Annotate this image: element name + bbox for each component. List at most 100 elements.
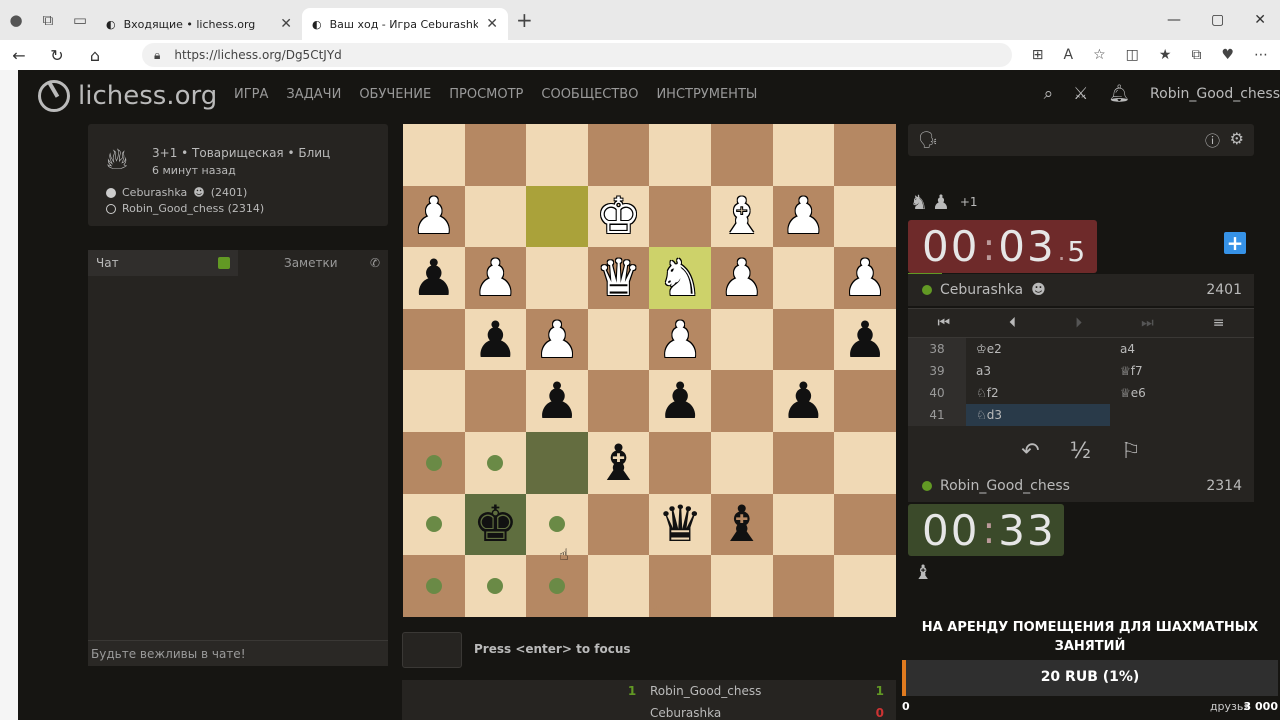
move-destination-dot[interactable] (549, 578, 565, 594)
browser-tab-game[interactable]: ◐ Ваш ход - Игра Ceburashka • lic ✕ (302, 8, 508, 40)
takeback-icon[interactable]: ↶ (1021, 439, 1039, 464)
nav-tools[interactable]: ИНСТРУМЕНТЫ (656, 87, 757, 102)
black-pawn-icon[interactable]: ♟ (834, 309, 896, 371)
move-black[interactable]: ♕e6 (1110, 382, 1254, 404)
nav-watch[interactable]: ПРОСМОТР (449, 87, 523, 102)
move-black[interactable]: ♕f7 (1110, 360, 1254, 382)
square-c5[interactable] (711, 370, 773, 432)
black-pawn-icon[interactable]: ♟ (465, 309, 527, 371)
square-c6[interactable] (711, 432, 773, 494)
move-white-current[interactable]: ♘d3 (966, 404, 1110, 426)
crosstable-row[interactable]: 1 Robin_Good_chess 1 (402, 684, 896, 704)
square-e4[interactable] (587, 308, 650, 371)
search-icon[interactable]: ⌕ (1044, 84, 1054, 104)
nav-learn[interactable]: ОБУЧЕНИЕ (359, 87, 431, 102)
move-black[interactable] (1110, 404, 1254, 426)
square-f3[interactable] (526, 247, 588, 309)
white-pawn-icon[interactable]: ♟ (465, 247, 527, 309)
tab-chat[interactable]: Чат (88, 250, 238, 276)
square-h5[interactable] (403, 370, 465, 432)
move-white[interactable]: ♘f2 (966, 382, 1110, 404)
challenge-icon[interactable]: ⚔ (1073, 84, 1088, 104)
site-logo[interactable]: lichess.org (38, 80, 217, 112)
opponent-name-bar[interactable]: Ceburashka ☻ 2401 (908, 274, 1254, 306)
move-white[interactable]: ♔e2 (966, 338, 1110, 360)
voice-icon[interactable]: 🗣︎ (918, 130, 938, 149)
nav-puzzles[interactable]: ЗАДАЧИ (286, 87, 341, 102)
resign-flag-icon[interactable]: ⚐ (1121, 439, 1141, 464)
white-pawn-icon[interactable]: ♟ (711, 247, 773, 309)
black-player-line[interactable]: Robin_Good_chess (2314) (106, 202, 264, 215)
gear-icon[interactable]: ⚙ (1230, 129, 1244, 148)
square-h1[interactable] (403, 124, 465, 186)
chess-board[interactable]: 1 2 3 4 5 6 7 8 h g f e d c b a ♟ ♚ ♝ ♟ ♟ ♟ ♛ ♞ ♟ ♟ ♟ ♟ ♟ ♟ ♟ ♟ ♟ ♝ ♚ ♛ ♝ (403, 124, 896, 617)
minimize-icon[interactable]: — (1167, 12, 1181, 28)
favorites-icon[interactable]: ★ (1159, 47, 1172, 63)
nav-community[interactable]: СООБЩЕСТВО (541, 87, 638, 102)
square-d6[interactable] (649, 432, 711, 494)
user-menu[interactable]: Robin_Good_chess (1150, 86, 1280, 102)
extensions-icon[interactable]: ♥ (1221, 47, 1234, 63)
chat-toggle[interactable] (218, 257, 230, 269)
move-black[interactable]: a4 (1110, 338, 1254, 360)
home-icon[interactable]: ⌂ (76, 46, 114, 65)
white-pawn-icon[interactable]: ♟ (649, 309, 711, 371)
square-e1[interactable] (587, 124, 650, 186)
split-screen-icon[interactable]: ◫ (1126, 47, 1139, 63)
square-b4[interactable] (772, 308, 835, 371)
white-king-icon[interactable]: ♚ (588, 186, 650, 248)
give-more-time-button[interactable]: + (1224, 231, 1246, 255)
black-pawn-icon[interactable]: ♟ (649, 370, 711, 432)
white-pawn-icon[interactable]: ♟ (403, 186, 465, 248)
new-tab-button[interactable]: + (516, 8, 533, 32)
crosstable-row[interactable]: Ceburashka 0 (402, 706, 896, 720)
move-white[interactable]: a3 (966, 360, 1110, 382)
white-pawn-icon[interactable]: ♟ (834, 247, 896, 309)
collections-icon[interactable]: ⧉ (32, 4, 64, 36)
browser-tab-inbox[interactable]: ◐ Входящие • lichess.org ✕ (96, 8, 302, 40)
maximize-icon[interactable]: ▢ (1211, 12, 1224, 28)
close-tab-icon[interactable]: ✕ (280, 16, 292, 32)
prev-move-icon[interactable]: ⏴ (1009, 315, 1016, 331)
move-destination-dot[interactable] (425, 454, 442, 471)
square-c4[interactable] (711, 308, 773, 371)
offer-draw-icon[interactable]: ½ (1070, 439, 1091, 464)
square-f2[interactable] (526, 185, 588, 248)
white-queen-icon[interactable]: ♛ (588, 247, 650, 309)
player-name-bar[interactable]: Robin_Good_chess 2314 (908, 470, 1254, 502)
close-window-icon[interactable]: ✕ (1254, 12, 1266, 28)
square-e8[interactable] (587, 555, 650, 617)
info-icon[interactable]: ⓘ (1205, 130, 1220, 151)
square-g5[interactable] (464, 370, 527, 432)
refresh-icon[interactable]: ↻ (38, 46, 76, 65)
white-knight-icon[interactable]: ♞ (649, 247, 711, 309)
read-aloud-icon[interactable]: A (1064, 47, 1074, 63)
square-b7[interactable] (772, 493, 835, 556)
square-g2[interactable] (464, 185, 527, 248)
nav-play[interactable]: ИГРА (234, 87, 268, 102)
profile-icon[interactable]: ● (0, 4, 32, 36)
close-tab-icon[interactable]: ✕ (486, 16, 498, 32)
white-pawn-icon[interactable]: ♟ (526, 309, 588, 371)
square-c1[interactable] (711, 124, 773, 186)
more-icon[interactable]: ⋯ (1254, 47, 1268, 63)
black-bishop-icon[interactable]: ♝ (588, 432, 650, 494)
square-c8[interactable] (711, 555, 773, 617)
square-e5[interactable] (587, 370, 650, 432)
move-destination-dot[interactable] (425, 578, 442, 594)
tab-actions-icon[interactable]: ▭ (64, 4, 96, 36)
black-queen-icon[interactable]: ♛ (649, 494, 711, 556)
menu-icon[interactable]: ≡ (1213, 315, 1225, 331)
square-g1[interactable] (464, 124, 527, 186)
white-player-line[interactable]: Ceburashka ☻ (2401) (106, 186, 247, 199)
back-icon[interactable]: ← (0, 46, 38, 65)
keyboard-move-input[interactable] (402, 632, 462, 668)
square-f6[interactable] (526, 432, 588, 494)
last-move-icon[interactable]: ⏭ (1141, 315, 1154, 331)
apps-icon[interactable]: ⊞ (1032, 47, 1044, 63)
square-b6[interactable] (772, 432, 835, 494)
square-f1[interactable] (526, 124, 588, 186)
favorite-star-icon[interactable]: ☆ (1093, 47, 1106, 63)
notifications-bell-icon[interactable]: 🔔︎ (1108, 84, 1130, 104)
phone-icon[interactable]: ✆ (370, 256, 380, 270)
